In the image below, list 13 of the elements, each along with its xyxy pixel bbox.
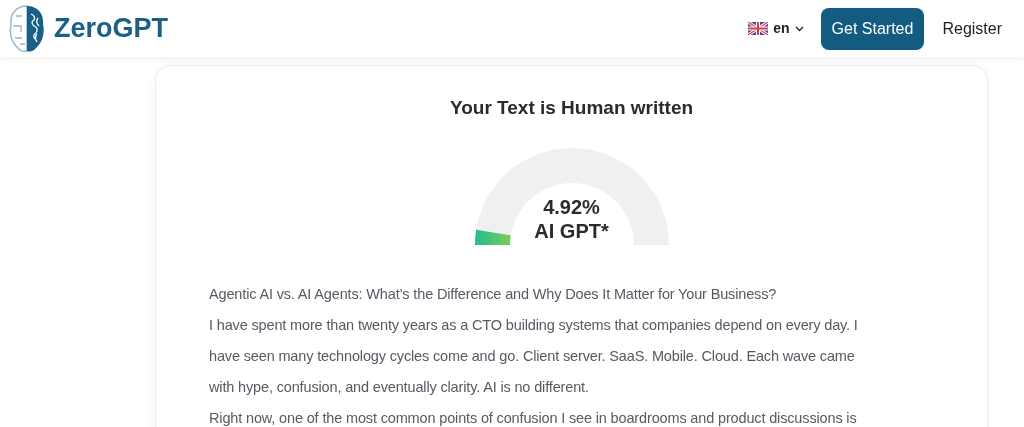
ai-percentage: 4.92% bbox=[543, 194, 600, 219]
text-paragraph: Right now, one of the most common points of confusion I see in boardrooms and product discussions is bbox=[209, 408, 858, 427]
logo-text: ZeroGPT bbox=[54, 12, 168, 46]
chevron-down-icon bbox=[794, 25, 804, 32]
language-selector[interactable]: en bbox=[748, 18, 804, 39]
get-started-button[interactable]: Get Started bbox=[820, 7, 925, 50]
text-paragraph: Agentic AI vs. AI Agents: What’s the Difference and Why Does It Matter for Your Business? bbox=[209, 284, 778, 304]
ai-gpt-label: AI GPT* bbox=[534, 218, 609, 243]
text-paragraph: I have spent more than twenty years as a CTO building systems that companies depend on every day. I have seen many technology cycles come and go. Client server. SaaS. Mobile. Cloud. Each wave came with hype, confusion, and eventually clarity. AI is no different. bbox=[209, 315, 859, 397]
register-button[interactable]: Register bbox=[942, 16, 1002, 41]
uk-flag-icon bbox=[748, 22, 769, 35]
result-title: Your Text is Human written bbox=[449, 96, 694, 120]
brain-logo-icon bbox=[8, 3, 46, 54]
